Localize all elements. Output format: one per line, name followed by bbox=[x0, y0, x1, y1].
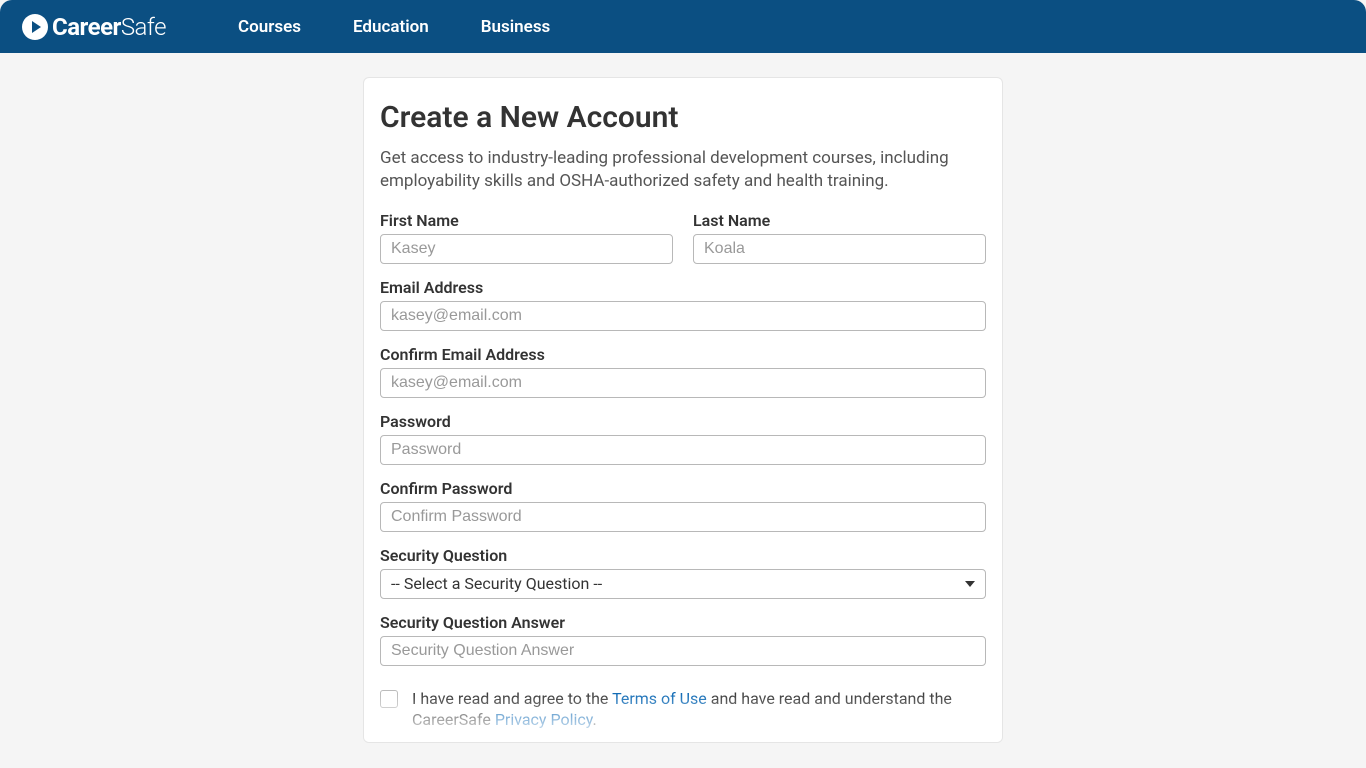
password-input[interactable] bbox=[380, 435, 986, 465]
last-name-label: Last Name bbox=[693, 211, 986, 230]
email-input[interactable] bbox=[380, 301, 986, 331]
nav-courses[interactable]: Courses bbox=[238, 17, 301, 37]
confirm-password-label: Confirm Password bbox=[380, 479, 986, 498]
caret-down-icon bbox=[965, 581, 975, 587]
last-name-input[interactable] bbox=[693, 234, 986, 264]
terms-checkbox[interactable] bbox=[380, 690, 398, 708]
email-label: Email Address bbox=[380, 278, 986, 297]
security-question-select[interactable]: -- Select a Security Question -- bbox=[380, 569, 986, 599]
security-question-selected: -- Select a Security Question -- bbox=[391, 574, 602, 593]
nav-education[interactable]: Education bbox=[353, 17, 429, 37]
logo-text: CareerSafe bbox=[52, 13, 166, 41]
first-name-label: First Name bbox=[380, 211, 673, 230]
nav-business[interactable]: Business bbox=[481, 17, 551, 37]
security-answer-input[interactable] bbox=[380, 636, 986, 666]
play-circle-icon bbox=[22, 14, 48, 40]
password-label: Password bbox=[380, 412, 986, 431]
logo[interactable]: CareerSafe bbox=[22, 13, 166, 41]
privacy-policy-link[interactable]: Privacy Policy bbox=[495, 710, 593, 729]
page-subtitle: Get access to industry-leading professio… bbox=[380, 147, 986, 193]
security-question-label: Security Question bbox=[380, 546, 986, 565]
security-answer-label: Security Question Answer bbox=[380, 613, 986, 632]
terms-text: I have read and agree to the Terms of Us… bbox=[412, 688, 986, 731]
header: CareerSafe Courses Education Business bbox=[0, 0, 1366, 53]
confirm-password-input[interactable] bbox=[380, 502, 986, 532]
terms-of-use-link[interactable]: Terms of Use bbox=[612, 689, 707, 708]
signup-card: Create a New Account Get access to indus… bbox=[363, 77, 1003, 743]
nav: Courses Education Business bbox=[238, 17, 550, 37]
confirm-email-label: Confirm Email Address bbox=[380, 345, 986, 364]
page-title: Create a New Account bbox=[380, 100, 986, 135]
confirm-email-input[interactable] bbox=[380, 368, 986, 398]
first-name-input[interactable] bbox=[380, 234, 673, 264]
